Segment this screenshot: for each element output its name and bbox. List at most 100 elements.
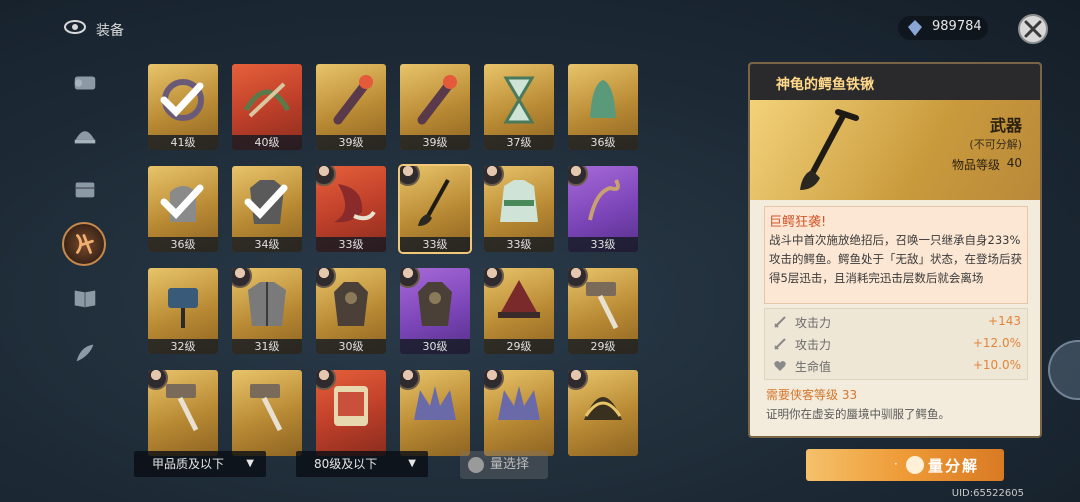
close-button[interactable]	[1018, 14, 1048, 44]
equipment-slot[interactable]	[148, 370, 218, 456]
stat-label: 生命值	[795, 360, 832, 374]
item-level: 39级	[400, 135, 470, 150]
equipment-slot[interactable]: 33级	[316, 166, 386, 252]
item-level: 30级	[400, 339, 470, 354]
level-filter-dropdown[interactable]: 80级及以下 ▼	[296, 451, 428, 477]
item-name: 神龟的鳄鱼铁锹	[776, 77, 874, 93]
item-level: 31级	[232, 339, 302, 354]
equipment-slot[interactable]: 33级	[484, 166, 554, 252]
batch-icon	[906, 456, 924, 474]
equipment-slot[interactable]	[484, 370, 554, 456]
skill-title: 巨鳄狂袭!	[769, 215, 827, 230]
stat-row: 攻击力 +12.0%	[765, 333, 1027, 355]
item-lore: 证明你在虚妄的蜃境中驯服了鳄鱼。	[766, 407, 950, 421]
item-detail-panel: 神龟的鳄鱼铁锹 武器 (不可分解) 物品等级 40 巨鳄狂袭! 战斗中首次施放绝…	[748, 62, 1042, 438]
hourglass-icon	[503, 76, 535, 124]
equipment-slot[interactable]: 29级	[568, 268, 638, 354]
item-level: 33级	[400, 237, 470, 252]
equipment-slot[interactable]: 40级	[232, 64, 302, 150]
skill-box: 巨鳄狂袭! 战斗中首次施放绝招后，召唤一只继承自身233%攻击的鳄鱼。鳄鱼处于「…	[764, 206, 1028, 304]
close-icon	[1024, 20, 1042, 38]
stat-row: 攻击力 +143	[765, 311, 1027, 333]
decompose-label: 量分解	[928, 457, 980, 475]
skill-description: 战斗中首次施放绝招后，召唤一只继承自身233%攻击的鳄鱼。鳄鱼处于「无敌」状态，…	[769, 233, 1022, 285]
equipment-slot[interactable]: 36级	[148, 166, 218, 252]
sidebar-item-weapon[interactable]	[62, 222, 106, 266]
item-level: 33级	[316, 237, 386, 252]
equipment-slot[interactable]: 34级	[232, 166, 302, 252]
item-level: 41级	[148, 135, 218, 150]
item-level-label: 物品等级	[951, 158, 1000, 172]
sword-icon	[774, 338, 786, 350]
sidebar-item-chest[interactable]	[68, 172, 102, 206]
gem-icon	[908, 20, 922, 36]
item-level: 30级	[316, 339, 386, 354]
item-level: 39级	[316, 135, 386, 150]
sidebar-item-feather[interactable]	[68, 336, 102, 370]
equipment-slot[interactable]: 31级	[232, 268, 302, 354]
eye-icon[interactable]	[64, 20, 86, 34]
equipment-slot[interactable]	[568, 370, 638, 456]
equipment-slot[interactable]: 30级	[400, 268, 470, 354]
item-type: 武器	[989, 116, 1022, 135]
item-level: 33级	[484, 237, 554, 252]
item-level: 36级	[568, 135, 638, 150]
quality-filter-dropdown[interactable]: 甲品质及以下 ▼	[134, 451, 266, 477]
chest-icon	[75, 182, 95, 198]
dropdown-arrow-icon: ▼	[408, 458, 416, 469]
equipment-slot[interactable]: 41级	[148, 64, 218, 150]
category-sidebar	[58, 60, 112, 380]
batch-decompose-button[interactable]: · 量分解	[806, 449, 1004, 481]
torch-icon	[417, 75, 457, 125]
stat-label: 攻击力	[795, 338, 832, 352]
floating-side-button[interactable]	[1048, 340, 1080, 400]
stats-box: 攻击力 +143 攻击力 +12.0% 生命值 +10.0%	[764, 308, 1028, 380]
scroll-icon	[74, 76, 96, 90]
sidebar-item-book[interactable]	[68, 280, 102, 314]
checkmark-icon	[160, 82, 204, 118]
equipment-slot[interactable]: 29级	[484, 268, 554, 354]
batch-icon	[468, 457, 484, 473]
item-level: 32级	[148, 339, 218, 354]
item-level: 33级	[568, 237, 638, 252]
sidebar-item-helmet[interactable]	[68, 118, 102, 152]
equipment-grid: 41级 40级 39级 39级 37级 36级 36级 34级 33级 33级 33级 33级 32级 3…	[148, 64, 648, 456]
checkmark-icon	[160, 184, 204, 220]
sidebar-item-accessory[interactable]	[68, 66, 102, 100]
torch-icon	[333, 75, 373, 125]
top-bar: 装备 989784	[0, 0, 1080, 56]
equipment-slot[interactable]: 36级	[568, 64, 638, 150]
stat-value: +10.0%	[972, 358, 1021, 372]
equipment-slot[interactable]	[400, 370, 470, 456]
item-level: 34级	[232, 237, 302, 252]
batch-select-button[interactable]: 量选择	[460, 451, 548, 479]
stat-label: 攻击力	[795, 316, 832, 330]
quality-filter-label: 甲品质及以下	[152, 457, 225, 471]
dot-icon: ·	[894, 457, 898, 471]
checkmark-icon	[244, 184, 288, 220]
level-requirement: 需要侠客等级 33	[766, 388, 858, 402]
page-title: 装备	[96, 23, 124, 39]
sword-icon	[774, 316, 786, 328]
hammer-icon	[250, 384, 283, 432]
detail-header: 神龟的鳄鱼铁锹	[750, 64, 1040, 100]
equipment-slot[interactable]: 39级	[400, 64, 470, 150]
item-level: 40级	[232, 135, 302, 150]
equipment-slot[interactable]: 33级	[568, 166, 638, 252]
tassel-icon	[168, 288, 198, 328]
uid-text: UID:65522605	[951, 488, 1024, 499]
equipment-slot[interactable]: 37级	[484, 64, 554, 150]
bell-icon	[590, 80, 616, 118]
equipment-slot[interactable]	[316, 370, 386, 456]
equipment-slot[interactable]	[232, 370, 302, 456]
equipment-slot[interactable]: 33级	[398, 164, 472, 254]
shovel-icon	[800, 109, 859, 190]
equipment-slot[interactable]: 39级	[316, 64, 386, 150]
helmet-icon	[74, 131, 96, 144]
equipment-slot[interactable]: 30级	[316, 268, 386, 354]
currency-value: 989784	[932, 19, 982, 34]
stat-row: 生命值 +10.0%	[765, 355, 1027, 377]
stat-value: +143	[988, 314, 1021, 328]
item-level: 36级	[148, 237, 218, 252]
equipment-slot[interactable]: 32级	[148, 268, 218, 354]
